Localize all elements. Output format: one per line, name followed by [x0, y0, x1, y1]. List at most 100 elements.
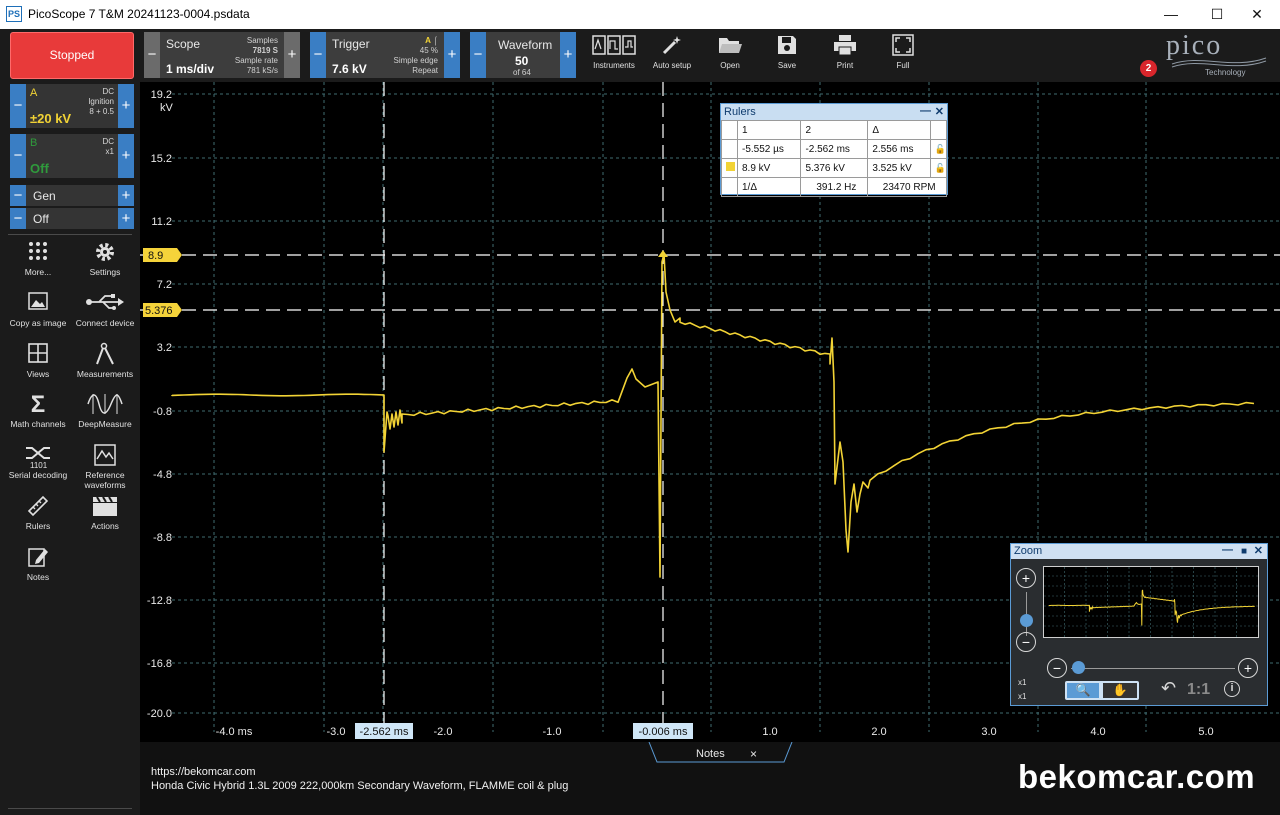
time-ruler-1-tag[interactable]: -2.562 ms	[355, 723, 413, 739]
waveform-next-button[interactable]: +	[560, 32, 576, 78]
zoom-window-header[interactable]: Zoom — ■ ✕	[1011, 544, 1267, 559]
timebase-value[interactable]: 1 ms/div	[166, 62, 214, 76]
zoom-out-horizontal-button[interactable]: −	[1047, 658, 1067, 678]
x-tick-label: -1.0	[543, 726, 562, 738]
notes-line-description[interactable]: Honda Civic Hybrid 1.3L 2009 222,000km S…	[151, 780, 568, 792]
pico-technology-logo: pico Technology	[1162, 30, 1272, 80]
picoscope-app-icon: PS	[6, 6, 22, 22]
notification-badge[interactable]: 2	[1140, 60, 1157, 77]
zoom-tool-button[interactable]: 🔍	[1067, 683, 1099, 698]
x-tick-label: 5.0	[1198, 726, 1213, 738]
timebase-increase-button[interactable]: +	[284, 32, 300, 78]
scope-view[interactable]: 19.2 15.2 11.2 7.2 3.2 -0.8 -4.8 -8.8 -12.8 -16.8…	[140, 82, 1280, 742]
rulers-header-1: 1	[736, 120, 802, 140]
trigger-level-value[interactable]: 7.6 kV	[332, 62, 367, 76]
undo-zoom-icon[interactable]: ↶	[1161, 678, 1176, 699]
lock-icon[interactable]: 🔓	[929, 158, 948, 178]
horizontal-zoom-track	[1071, 668, 1235, 669]
notes-tab[interactable]: Notes	[696, 748, 725, 760]
close-button[interactable]: ✕	[1234, 0, 1280, 29]
y-tick-label: -4.8	[153, 469, 172, 481]
full-screen-button[interactable]: Full	[874, 31, 932, 77]
views-button[interactable]: Views	[5, 342, 71, 379]
zoom-preview[interactable]	[1043, 566, 1259, 638]
minimize-button[interactable]: —	[1148, 0, 1194, 29]
copy-as-image-button[interactable]: Copy as image	[5, 291, 71, 328]
copy-as-image-label: Copy as image	[9, 318, 67, 328]
left-panel: − A ±20 kV DC Ignition 8 + 0.5 + − B Off…	[0, 82, 140, 815]
actions-button[interactable]: Actions	[72, 494, 138, 531]
horizontal-zoom-thumb[interactable]	[1072, 661, 1085, 674]
deepmeasure-label: DeepMeasure	[78, 419, 132, 429]
y-tick-label: -0.8	[153, 406, 172, 418]
instruments-icon	[585, 31, 643, 61]
deepmeasure-button[interactable]: DeepMeasure	[72, 392, 138, 429]
minimize-icon[interactable]: —	[1222, 543, 1233, 558]
time-ruler-2-value: -0.006 ms	[639, 726, 688, 738]
generator-previous-button[interactable]: −	[10, 185, 26, 206]
timebase-decrease-button[interactable]: −	[144, 32, 160, 78]
info-icon[interactable]: i	[1224, 681, 1240, 697]
notes-close-button[interactable]: ×	[750, 747, 757, 761]
reference-waveforms-button[interactable]: Reference waveforms	[72, 443, 138, 490]
zoom-in-vertical-button[interactable]: +	[1016, 568, 1036, 588]
measurements-button[interactable]: Measurements	[72, 342, 138, 379]
vertical-zoom-thumb[interactable]	[1020, 614, 1033, 627]
close-icon[interactable]: ✕	[935, 104, 944, 120]
waveform-previous-button[interactable]: −	[470, 32, 486, 78]
samples-label: Samples	[246, 36, 278, 45]
connect-device-button[interactable]: Connect device	[72, 291, 138, 328]
channel-b-range[interactable]: Off	[30, 161, 49, 176]
generator-value[interactable]: Off	[33, 212, 49, 226]
trigger-decrease-button[interactable]: −	[310, 32, 326, 78]
close-icon[interactable]: ✕	[1254, 544, 1263, 559]
voltage-ruler-1-tag[interactable]: 8.9	[143, 248, 182, 262]
settings-label: Settings	[89, 267, 121, 277]
channel-a-range[interactable]: ±20 kV	[30, 111, 71, 126]
generator-increase-button[interactable]: +	[118, 208, 134, 229]
channel-b-name[interactable]: B	[30, 137, 37, 149]
minimize-icon[interactable]: —	[920, 103, 931, 119]
trigger-increase-button[interactable]: +	[444, 32, 460, 78]
save-label: Save	[777, 61, 797, 70]
actions-label: Actions	[91, 521, 119, 531]
notes-line-url[interactable]: https://bekomcar.com	[151, 766, 256, 778]
print-button[interactable]: Print	[816, 31, 874, 77]
zoom-in-horizontal-button[interactable]: +	[1238, 658, 1258, 678]
time-ruler-1-value: -2.562 ms	[360, 726, 409, 738]
generator-decrease-button[interactable]: −	[10, 208, 26, 229]
channel-b-control: − B Off DC x1 +	[10, 134, 134, 178]
instruments-button[interactable]: Instruments	[585, 31, 643, 77]
open-label: Open	[720, 61, 740, 70]
generator-next-button[interactable]: +	[118, 185, 134, 206]
voltage-ruler-2-tag[interactable]: 5.376	[143, 303, 182, 317]
rulers-window-header[interactable]: Rulers — ✕	[721, 104, 947, 120]
rulers-button[interactable]: Rulers	[5, 494, 71, 531]
auto-setup-button[interactable]: Auto setup	[643, 31, 701, 77]
zoom-reset-button[interactable]: 1:1	[1187, 681, 1210, 699]
pan-tool-button[interactable]: ✋	[1103, 683, 1137, 698]
channel-b-range-decrease[interactable]: −	[10, 134, 26, 178]
channel-a-range-increase[interactable]: +	[118, 84, 134, 128]
open-button[interactable]: Open	[701, 31, 759, 77]
channel-a-name[interactable]: A	[30, 87, 37, 99]
lock-icon[interactable]: 🔓	[929, 139, 948, 159]
channel-a-range-decrease[interactable]: −	[10, 84, 26, 128]
maximize-icon[interactable]: ■	[1241, 544, 1247, 559]
math-channels-button[interactable]: Σ Math channels	[5, 392, 71, 430]
save-button[interactable]: Save	[758, 31, 816, 77]
channel-b-range-increase[interactable]: +	[118, 134, 134, 178]
settings-button[interactable]: Settings	[72, 240, 138, 277]
y-tick-label: -8.8	[153, 532, 172, 544]
serial-decoding-button[interactable]: 1101 Serial decoding	[5, 443, 71, 480]
notes-button[interactable]: Notes	[5, 545, 71, 582]
more-button[interactable]: More...	[5, 240, 71, 277]
waveform-index[interactable]: 50	[515, 54, 528, 68]
start-stop-button[interactable]: Stopped	[10, 32, 134, 79]
zoom-out-vertical-button[interactable]: −	[1016, 632, 1036, 652]
gear-icon	[72, 240, 138, 267]
time-ruler-2-tag[interactable]: -0.006 ms	[633, 723, 693, 739]
y-tick-label: 19.2	[151, 89, 172, 101]
notes-label: Notes	[26, 572, 50, 582]
frequency-value: 391.2 Hz	[800, 177, 869, 197]
